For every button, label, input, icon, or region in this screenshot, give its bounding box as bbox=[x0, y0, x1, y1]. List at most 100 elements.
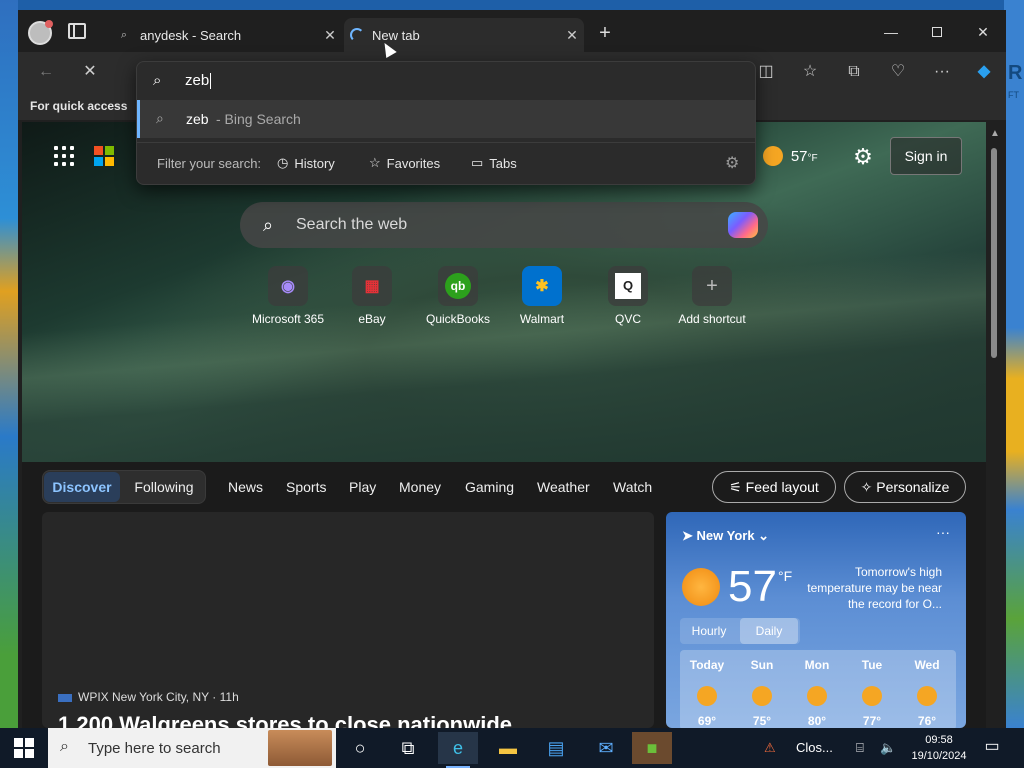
sunny-icon bbox=[917, 686, 937, 706]
network-icon[interactable]: ⌸ bbox=[856, 740, 864, 756]
feed-layout-button[interactable]: ⚟ Feed layout bbox=[712, 471, 836, 503]
taskbar-search-placeholder: Type here to search bbox=[88, 740, 221, 757]
shortcut-microsoft-365[interactable]: ◉ Microsoft 365 bbox=[246, 262, 330, 326]
profile-avatar[interactable] bbox=[28, 20, 53, 45]
copilot-icon[interactable]: ◆ bbox=[970, 60, 998, 84]
tab-discover[interactable]: Discover bbox=[44, 472, 120, 502]
forecast-day[interactable]: Sun 75° bbox=[735, 658, 789, 728]
nav-sports[interactable]: Sports bbox=[286, 479, 326, 495]
filter-favorites[interactable]: ☆ Favorites bbox=[369, 155, 440, 171]
new-tab-page: ork 57°F ⚙ Sign in ⌕ Search the web ◉ Mi… bbox=[22, 122, 986, 728]
search-icon: ⌕ bbox=[60, 738, 69, 755]
back-button[interactable]: ← bbox=[32, 60, 60, 84]
cortana-icon[interactable]: ○ bbox=[340, 732, 380, 764]
close-tab-icon[interactable]: ✕ bbox=[560, 27, 584, 44]
weather-card-location[interactable]: ➤ New York ⌄ bbox=[682, 528, 769, 544]
walmart-icon: ✱ bbox=[522, 266, 562, 306]
edge-icon[interactable]: e bbox=[438, 732, 478, 768]
suggestion-item[interactable]: ⌕ zeb - Bing Search bbox=[137, 100, 755, 138]
desktop-background-right bbox=[1004, 0, 1024, 728]
history-icon: ◷ bbox=[277, 155, 289, 170]
forecast-day[interactable]: Today 69° bbox=[680, 658, 734, 728]
favorites-bar-hint: For quick access bbox=[30, 99, 128, 113]
nav-gaming[interactable]: Gaming bbox=[465, 479, 514, 495]
split-screen-icon[interactable]: ◫ bbox=[752, 60, 780, 84]
address-input: zeb bbox=[185, 72, 212, 90]
sign-in-button[interactable]: Sign in bbox=[890, 137, 962, 175]
more-options-icon[interactable]: ··· bbox=[936, 524, 950, 540]
shortcut-quickbooks[interactable]: qb QuickBooks bbox=[416, 262, 500, 326]
page-scrollbar[interactable]: ▲ bbox=[988, 128, 1000, 728]
nav-news[interactable]: News bbox=[228, 479, 263, 495]
volume-muted-icon[interactable]: 🔈 bbox=[880, 740, 896, 756]
nav-watch[interactable]: Watch bbox=[613, 479, 652, 495]
shortcut-add[interactable]: + Add shortcut bbox=[670, 262, 754, 326]
filter-tabs[interactable]: ▭ Tabs bbox=[471, 155, 517, 171]
windows-start-icon[interactable] bbox=[14, 738, 34, 758]
close-tab-icon[interactable]: ✕ bbox=[318, 27, 342, 44]
loading-spinner-icon bbox=[350, 28, 364, 42]
weather-unit: °F bbox=[807, 152, 818, 164]
browser-essentials-icon[interactable]: ♡ bbox=[884, 60, 912, 84]
personalize-button[interactable]: ✧ Personalize bbox=[844, 471, 966, 503]
file-explorer-icon[interactable]: ▬ bbox=[488, 732, 528, 764]
shortcut-walmart[interactable]: ✱ Walmart bbox=[500, 262, 584, 326]
settings-gear-icon[interactable]: ⚙ bbox=[850, 144, 876, 170]
tab-hourly[interactable]: Hourly bbox=[680, 618, 738, 644]
quickbooks-icon: qb bbox=[438, 266, 478, 306]
search-icon: ⌕ bbox=[262, 214, 274, 235]
nav-weather[interactable]: Weather bbox=[537, 479, 590, 495]
tray-app-label[interactable]: Clos... bbox=[796, 740, 833, 755]
microsoft-logo-icon[interactable] bbox=[94, 146, 114, 166]
tab-title: anydesk - Search bbox=[140, 27, 242, 43]
weather-card[interactable]: ➤ New York ⌄ ··· 57 °F Tomorrow's high t… bbox=[666, 512, 966, 728]
shortcuts-row: ◉ Microsoft 365 ▦ eBay qb QuickBooks ✱ W… bbox=[246, 262, 766, 332]
tab-anydesk-search[interactable]: ⌕ anydesk - Search ✕ bbox=[106, 18, 342, 52]
nav-money[interactable]: Money bbox=[399, 479, 441, 495]
taskbar-search-box[interactable]: ⌕ Type here to search bbox=[48, 728, 336, 768]
address-bar[interactable]: ⌕ zeb bbox=[137, 62, 755, 100]
microsoft-store-icon[interactable]: ▤ bbox=[536, 732, 576, 764]
collections-icon[interactable]: ⧉ bbox=[840, 60, 868, 84]
minimize-button[interactable]: — bbox=[868, 20, 914, 44]
mail-icon[interactable]: ✉ bbox=[586, 732, 626, 764]
weather-temp: 57 bbox=[790, 147, 808, 165]
minecraft-icon[interactable]: ■ bbox=[632, 732, 672, 764]
tabs-icon: ▭ bbox=[471, 155, 484, 170]
shortcut-ebay[interactable]: ▦ eBay bbox=[330, 262, 414, 326]
article-card[interactable]: WPIX New York City, NY · 11h 1,200 Walgr… bbox=[42, 512, 654, 728]
search-highlight-image bbox=[268, 730, 332, 766]
tab-following[interactable]: Following bbox=[126, 472, 202, 502]
nav-play[interactable]: Play bbox=[349, 479, 376, 495]
forecast-day[interactable]: Mon 80° bbox=[790, 658, 844, 728]
copilot-icon[interactable] bbox=[728, 212, 758, 238]
close-window-button[interactable]: ✕ bbox=[960, 20, 1006, 44]
weather-alert[interactable]: Tomorrow's high temperature may be near … bbox=[806, 564, 942, 612]
notification-center-icon[interactable]: ▭ bbox=[980, 736, 1004, 760]
stop-loading-button[interactable]: ✕ bbox=[76, 60, 104, 84]
tray-app-icon[interactable]: ⚠ bbox=[764, 740, 776, 756]
web-search-box[interactable]: ⌕ Search the web bbox=[240, 202, 768, 248]
tab-actions-icon[interactable] bbox=[68, 23, 86, 39]
browser-window: ⌕ anydesk - Search ✕ New tab ✕ + — ✕ ← ✕… bbox=[18, 10, 1006, 728]
tab-daily[interactable]: Daily bbox=[740, 618, 798, 644]
scrollbar-thumb[interactable] bbox=[991, 148, 997, 358]
scroll-up-icon[interactable]: ▲ bbox=[990, 128, 1000, 139]
apps-grid-icon[interactable] bbox=[54, 146, 76, 168]
new-tab-button[interactable]: + bbox=[594, 20, 616, 46]
filter-history[interactable]: ◷ History bbox=[277, 155, 335, 171]
task-view-icon[interactable]: ⧉ bbox=[388, 732, 428, 764]
forecast-day[interactable]: Tue 77° bbox=[845, 658, 899, 728]
search-icon: ⌕ bbox=[156, 110, 164, 126]
search-icon: ⌕ bbox=[153, 72, 162, 89]
clock[interactable]: 09:58 19/10/2024 bbox=[904, 732, 974, 764]
filter-label: Filter your search: bbox=[157, 156, 262, 171]
weather-card-unit: °F bbox=[778, 568, 793, 584]
more-menu-icon[interactable]: ··· bbox=[928, 60, 956, 84]
settings-gear-icon[interactable]: ⚙ bbox=[725, 153, 739, 173]
maximize-button[interactable] bbox=[914, 20, 960, 44]
article-headline[interactable]: 1,200 Walgreens stores to close nationwi… bbox=[58, 712, 518, 728]
favorites-star-icon[interactable]: ☆ bbox=[796, 60, 824, 84]
forecast-day[interactable]: Wed 76° bbox=[900, 658, 954, 728]
shortcut-qvc[interactable]: Q QVC bbox=[586, 262, 670, 326]
